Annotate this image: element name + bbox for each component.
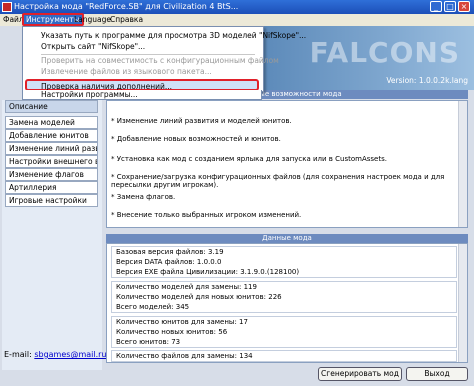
sidebar-item-appearance[interactable]: Настройки внешнего вида xyxy=(5,155,98,168)
models-group: Количество моделей для замены: 119 Колич… xyxy=(111,281,457,313)
features-panel: * Изменение линий развития и моделей юни… xyxy=(106,100,468,228)
versions-group: Базовая версия файлов: 3.19 Версия DATA … xyxy=(111,246,457,278)
menu-item-extract-lang: Извлечение файлов из языкового пакета... xyxy=(41,67,212,76)
feature-item: * Добавление новых возможностей и юнитов… xyxy=(111,135,281,143)
maximize-button[interactable]: □ xyxy=(444,1,456,12)
title-bar: Настройка мода "RedForce.SB" для Civiliz… xyxy=(0,0,474,14)
sidebar-item-model-replace[interactable]: Замена моделей xyxy=(5,116,98,129)
models-replace-text: Количество моделей для замены: 119 xyxy=(116,283,257,291)
units-new-text: Количество новых юнитов: 56 xyxy=(116,328,228,336)
feature-item: * Сохранение/загрузка конфигурационных ф… xyxy=(111,173,445,189)
models-total-text: Всего моделей: 345 xyxy=(116,303,190,311)
menu-help[interactable]: Справка xyxy=(110,15,143,24)
sidebar-item-add-units[interactable]: Добавление юнитов xyxy=(5,129,98,142)
features-scrollbar[interactable] xyxy=(458,101,467,227)
feature-item: * Замена флагов. xyxy=(111,193,176,201)
menu-item-program-settings[interactable]: Настройки программы... xyxy=(41,90,138,99)
app-icon xyxy=(2,2,12,12)
exe-version-text: Версия EXE файла Цивилизации: 3.1.9.0.(1… xyxy=(116,268,300,276)
close-button[interactable]: × xyxy=(458,1,470,12)
files-replace-text: Количество файлов для замены: 134 xyxy=(116,352,253,360)
menu-item-set-nifskope-path[interactable]: Указать путь к программе для просмотра 3… xyxy=(41,31,306,40)
base-version-text: Базовая версия файлов: 3.19 xyxy=(116,248,224,256)
window-title: Настройка мода "RedForce.SB" для Civiliz… xyxy=(14,2,239,11)
version-label: Version: 1.0.0.2k.lang xyxy=(386,76,468,85)
menu-item-check-compat: Проверить на совместимость с конфигураци… xyxy=(41,56,279,65)
exit-button[interactable]: Выход xyxy=(406,367,468,381)
sidebar-item-tech-lines[interactable]: Изменение линий развития xyxy=(5,142,98,155)
sidebar-item-artillery[interactable]: Артиллерия xyxy=(5,181,98,194)
sidebar-item-flags[interactable]: Изменение флагов xyxy=(5,168,98,181)
units-replace-text: Количество юнитов для замены: 17 xyxy=(116,318,248,326)
files-group: Количество файлов для замены: 134 xyxy=(111,350,457,362)
units-total-text: Всего юнитов: 73 xyxy=(116,338,181,346)
minimize-button[interactable]: _ xyxy=(430,1,442,12)
sidebar-item-game-settings[interactable]: Игровые настройки xyxy=(5,194,98,207)
mod-data-panel: Базовая версия файлов: 3.19 Версия DATA … xyxy=(106,243,468,363)
contact-email: E-mail: sbgames@mail.ru xyxy=(4,350,106,359)
menu-separator xyxy=(41,54,255,55)
models-new-text: Количество моделей для новых юнитов: 226 xyxy=(116,293,282,301)
email-label: E-mail: xyxy=(4,350,32,359)
email-link[interactable]: sbgames@mail.ru xyxy=(34,350,106,359)
feature-item: * Установка как мод с созданием ярлыка д… xyxy=(111,155,387,163)
mod-data-header: Данные мода xyxy=(106,234,468,243)
feature-item: * Внесение только выбранных игроком изме… xyxy=(111,211,302,219)
sidebar-item-description[interactable]: Описание xyxy=(5,100,98,113)
feature-item: * Изменение линий развития и моделей юни… xyxy=(111,117,292,125)
menu-language[interactable]: Language xyxy=(74,15,111,24)
banner-logo: FALCONS xyxy=(309,36,460,69)
menu-file[interactable]: Файл xyxy=(3,15,24,24)
data-version-text: Версия DATA файлов: 1.0.0.0 xyxy=(116,258,222,266)
tools-dropdown-menu-bottom: Настройки программы... xyxy=(22,90,262,100)
tools-dropdown-menu: Указать путь к программе для просмотра 3… xyxy=(22,26,306,92)
units-group: Количество юнитов для замены: 17 Количес… xyxy=(111,316,457,348)
mod-data-scrollbar[interactable] xyxy=(458,244,467,362)
generate-mod-button[interactable]: Сгенерировать мод xyxy=(318,367,402,381)
menu-item-open-nifskope-site[interactable]: Открыть сайт "NifSkope"... xyxy=(41,42,145,51)
sidebar: Описание Замена моделей Добавление юнито… xyxy=(2,100,102,370)
menu-bar: Файл Инструменты Language Справка xyxy=(0,13,474,26)
